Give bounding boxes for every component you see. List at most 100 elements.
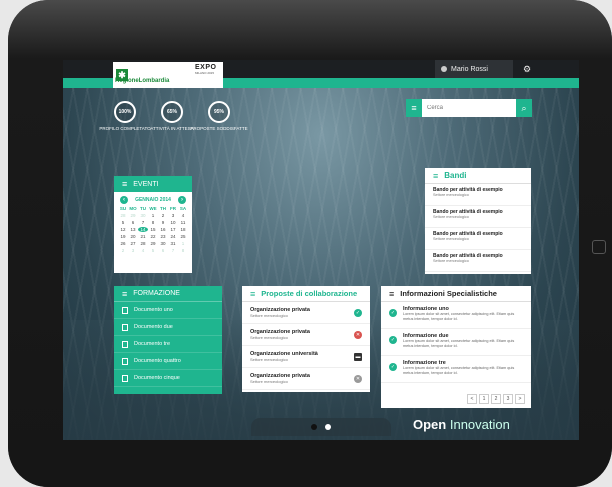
brand-light: Innovation: [446, 417, 510, 432]
calendar-day[interactable]: 8: [178, 248, 188, 253]
expo-logo[interactable]: EXPO MILANO 2015: [193, 62, 223, 88]
open-innovation-brand: Open Innovation: [413, 417, 510, 432]
info-item[interactable]: ✓ Informazione due Lorem ipsum dolor sit a…: [381, 329, 531, 356]
regione-lombardia-logo[interactable]: ✱ RegioneLombardia: [113, 62, 193, 88]
pager-button[interactable]: 3: [503, 394, 513, 404]
calendar-day[interactable]: 22: [148, 234, 158, 239]
calendar-day[interactable]: 11: [178, 220, 188, 225]
calendar-day[interactable]: 29: [148, 241, 158, 246]
calendar-day[interactable]: 23: [158, 234, 168, 239]
pager-button[interactable]: >: [515, 394, 525, 404]
carousel-dot-active[interactable]: [325, 424, 331, 430]
bandi-title: Bandi: [444, 171, 467, 180]
progress-ring: 100%: [114, 101, 136, 123]
calendar-day[interactable]: 25: [178, 234, 188, 239]
calendar-day[interactable]: 8: [148, 220, 158, 225]
calendar-day[interactable]: 15: [148, 227, 158, 232]
search-input[interactable]: [422, 99, 516, 117]
home-button-icon[interactable]: [592, 240, 606, 254]
logo-region-text: RegioneLombardia: [115, 78, 170, 84]
calendar-day[interactable]: 5: [148, 248, 158, 253]
calendar-day[interactable]: 3: [168, 213, 178, 218]
weekday-header: WE: [149, 206, 157, 211]
bando-subtitle: Settore merceologico: [433, 259, 469, 263]
status-msg-icon: ▬: [354, 352, 362, 361]
stat-label: PROPOSTE SODDISFATTE: [190, 126, 248, 131]
calendar-day[interactable]: 4: [178, 213, 188, 218]
bando-item[interactable]: Bando per attività di esempio Settore mer…: [425, 206, 531, 228]
calendar-day[interactable]: 26: [118, 241, 128, 246]
calendar-day[interactable]: 6: [158, 248, 168, 253]
calendar-day[interactable]: 4: [138, 248, 148, 253]
calendar-day[interactable]: 13: [128, 227, 138, 232]
proposte-title: Proposte di collaborazione: [261, 289, 358, 298]
calendar-day[interactable]: 1: [178, 241, 188, 246]
formazione-title: FORMAZIONE: [133, 290, 180, 297]
calendar-day[interactable]: 3: [128, 248, 138, 253]
calendar-day[interactable]: 30: [158, 241, 168, 246]
document-item[interactable]: Documento quattro: [114, 353, 222, 370]
document-label: Documento quattro: [134, 358, 181, 364]
bando-item[interactable]: Bando per attività di esempio Settore mer…: [425, 228, 531, 250]
info-item[interactable]: ✓ Informazione tre Lorem ipsum dolor sit a…: [381, 356, 531, 383]
document-item[interactable]: Documento tre: [114, 336, 222, 353]
brand-strong: Open: [413, 417, 447, 432]
calendar-day[interactable]: 19: [118, 234, 128, 239]
calendar-day[interactable]: 2: [158, 213, 168, 218]
calendar-day[interactable]: 7: [168, 248, 178, 253]
chevron-left-icon[interactable]: ‹: [120, 196, 128, 204]
calendar-day[interactable]: 12: [118, 227, 128, 232]
pager-button[interactable]: <: [467, 394, 477, 404]
calendar-day[interactable]: 7: [138, 220, 148, 225]
calendar-day[interactable]: 14: [138, 227, 148, 232]
calendar-day[interactable]: 6: [128, 220, 138, 225]
gear-icon[interactable]: ⚙: [523, 64, 531, 75]
proposal-item[interactable]: Organizzazione università Settore merceol…: [242, 346, 370, 368]
calendar-day[interactable]: 29: [128, 213, 138, 218]
calendar-day[interactable]: 31: [168, 241, 178, 246]
calendar-day[interactable]: 10: [168, 220, 178, 225]
calendar-day[interactable]: 20: [128, 234, 138, 239]
calendar-day[interactable]: 24: [168, 234, 178, 239]
weekday-header: MO: [129, 206, 137, 211]
search-icon[interactable]: ⌕: [516, 99, 532, 117]
info-header: ≡ Informazioni Specialistiche: [381, 286, 531, 302]
calendar-day[interactable]: 21: [138, 234, 148, 239]
check-icon: ✓: [389, 363, 397, 371]
document-icon: [122, 306, 128, 314]
proposte-header: ≡ Proposte di collaborazione: [242, 286, 370, 302]
calendar-day[interactable]: 18: [178, 227, 188, 232]
menu-icon[interactable]: ≡: [406, 99, 422, 117]
bando-item[interactable]: Bando per attività di esempio Settore mer…: [425, 184, 531, 206]
calendar-day[interactable]: 16: [158, 227, 168, 232]
proposal-item[interactable]: Organizzazione privata Settore merceologi…: [242, 324, 370, 346]
calendar-day[interactable]: 28: [118, 213, 128, 218]
user-menu[interactable]: Mario Rossi: [435, 60, 513, 78]
formazione-panel: ≡ FORMAZIONE Documento uno Documento due D…: [114, 286, 222, 394]
proposal-item[interactable]: Organizzazione privata Settore merceologi…: [242, 302, 370, 324]
chevron-right-icon[interactable]: ›: [177, 196, 186, 204]
calendar-day[interactable]: 5: [118, 220, 128, 225]
calendar-grid: SU MO TU WE TH FR SA 28 29 30 1 2 3 4 5 6 7 8 9 10 11 12 13 14 1…: [114, 206, 192, 253]
calendar-day[interactable]: 27: [128, 241, 138, 246]
info-item[interactable]: ✓ Informazione uno Lorem ipsum dolor sit a…: [381, 302, 531, 329]
calendar-day[interactable]: 30: [138, 213, 148, 218]
document-label: Documento due: [134, 324, 173, 330]
calendar-day[interactable]: 17: [168, 227, 178, 232]
proposal-item[interactable]: Organizzazione privata Settore merceologi…: [242, 368, 370, 390]
bando-item[interactable]: Bando per attività di esempio Settore mer…: [425, 250, 531, 272]
search-bar: ≡ ⌕: [406, 99, 532, 117]
document-item[interactable]: Documento uno: [114, 302, 222, 319]
document-item[interactable]: Documento cinque: [114, 370, 222, 387]
calendar-day[interactable]: 2: [118, 248, 128, 253]
document-item[interactable]: Documento due: [114, 319, 222, 336]
menu-icon: ≡: [389, 288, 395, 299]
carousel-dot[interactable]: [311, 424, 317, 430]
calendar-day[interactable]: 28: [138, 241, 148, 246]
proposal-subtitle: Settore merceologico: [250, 335, 288, 340]
calendar-day[interactable]: 9: [158, 220, 168, 225]
pager-button[interactable]: 1: [479, 394, 489, 404]
pager-button[interactable]: 2: [491, 394, 501, 404]
calendar-day[interactable]: 1: [148, 213, 158, 218]
document-label: Documento tre: [134, 341, 171, 347]
